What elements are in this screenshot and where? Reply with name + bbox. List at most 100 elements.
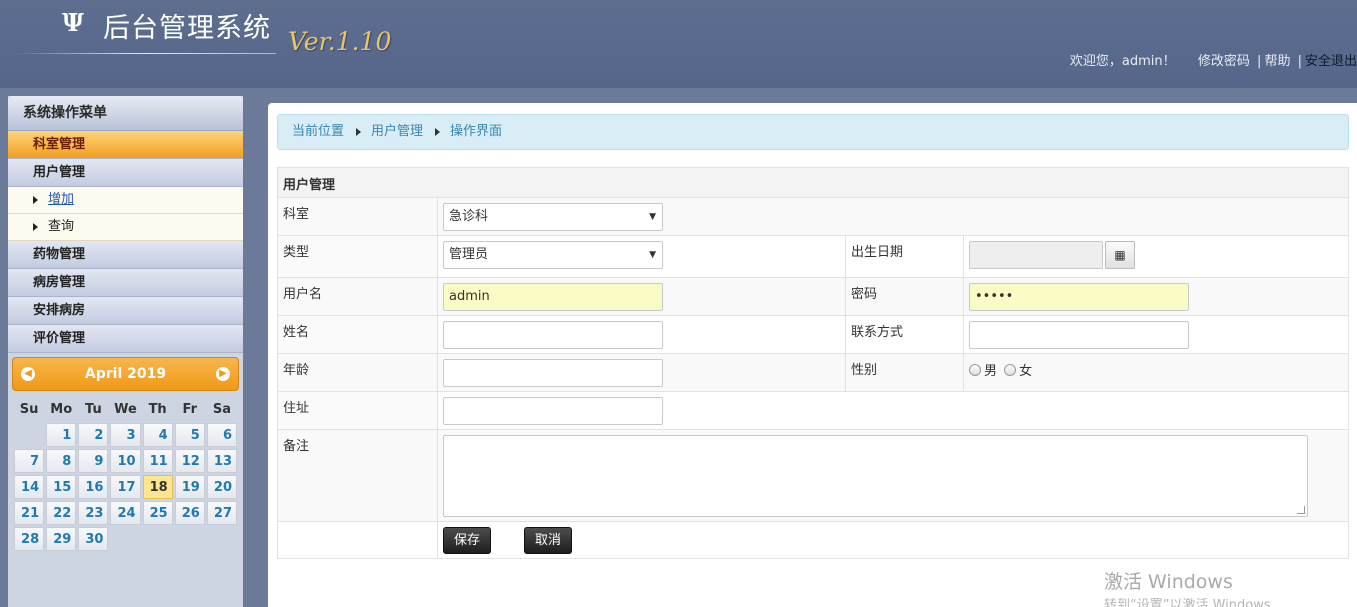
calendar-day[interactable]: 28 xyxy=(14,527,45,551)
sidebar-item-ward[interactable]: 病房管理 xyxy=(8,269,243,297)
help-link[interactable]: 帮助 xyxy=(1264,54,1290,69)
query-link[interactable]: 查询 xyxy=(48,219,74,234)
calendar-day[interactable]: 11 xyxy=(142,449,173,473)
address-input[interactable] xyxy=(443,397,663,425)
dept-select[interactable]: 急诊科 ▼ xyxy=(443,203,663,231)
sidebar-heading: 系统操作菜单 xyxy=(8,96,243,131)
password-input[interactable]: ••••• xyxy=(969,283,1189,311)
type-select[interactable]: 管理员 ▼ xyxy=(443,241,663,269)
calendar-day[interactable]: 26 xyxy=(174,501,205,525)
gender-male-radio[interactable] xyxy=(969,363,981,376)
form-caption: 用户管理 xyxy=(277,167,1349,198)
username-input[interactable]: admin xyxy=(443,283,663,311)
logo-icon: Ψ xyxy=(62,8,84,37)
username-label: 用户名 xyxy=(277,277,438,316)
age-label: 年龄 xyxy=(277,353,438,392)
calendar-day[interactable]: 14 xyxy=(14,475,45,499)
weekday-label: Sa xyxy=(212,401,231,417)
windows-activation-title: 激活 Windows xyxy=(1104,571,1233,593)
age-input[interactable] xyxy=(443,359,663,387)
sidebar-item-user[interactable]: 用户管理 xyxy=(8,159,243,187)
type-label: 类型 xyxy=(277,235,438,278)
cancel-button[interactable]: 取消 xyxy=(524,527,573,554)
sidebar-item-drug[interactable]: 药物管理 xyxy=(8,241,243,269)
sidebar-item-review[interactable]: 评价管理 xyxy=(8,325,243,353)
weekday-label: Tu xyxy=(85,401,102,417)
chevron-right-circle-icon[interactable]: ▶ xyxy=(216,367,230,381)
calendar-day[interactable]: 3 xyxy=(110,423,141,447)
caret-right-icon xyxy=(33,195,38,204)
user-links: 欢迎您，admin！ 修改密码 | 帮助 | 安全退出 xyxy=(1070,50,1357,69)
breadcrumb-current: 当前位置 xyxy=(292,124,345,139)
calendar-day[interactable]: 21 xyxy=(14,501,45,525)
calendar-day[interactable]: 12 xyxy=(174,449,205,473)
calendar-day[interactable]: 13 xyxy=(206,449,237,473)
caret-down-icon: ▼ xyxy=(649,212,656,222)
version-label: Ver.1.10 xyxy=(288,27,392,56)
calendar-day[interactable]: 10 xyxy=(110,449,141,473)
calendar-day[interactable]: 8 xyxy=(46,449,77,473)
chevron-left-circle-icon[interactable]: ◀ xyxy=(21,367,35,381)
calendar-day[interactable]: 20 xyxy=(206,475,237,499)
calendar-icon[interactable]: ▦ xyxy=(1105,241,1135,269)
caret-down-icon: ▼ xyxy=(649,250,656,260)
name-label: 姓名 xyxy=(277,315,438,354)
calendar-header: ◀ April 2019 ▶ xyxy=(12,357,239,391)
calendar-day[interactable]: 15 xyxy=(46,475,77,499)
calendar-day[interactable]: 1 xyxy=(46,423,77,447)
gender-label: 性别 xyxy=(845,353,964,392)
calendar-day[interactable]: 5 xyxy=(174,423,205,447)
calendar-day[interactable]: 19 xyxy=(174,475,205,499)
sidebar-subitem-query[interactable]: 查询 xyxy=(8,214,243,241)
gender-male-label: 男 xyxy=(984,364,998,379)
weekday-label: Su xyxy=(19,401,39,417)
calendar-day[interactable]: 18 xyxy=(142,475,173,499)
calendar-empty-cell xyxy=(14,423,44,447)
calendar-day[interactable]: 24 xyxy=(110,501,141,525)
change-password-link[interactable]: 修改密码 xyxy=(1198,54,1250,69)
dept-select-value: 急诊科 xyxy=(449,209,489,224)
sidebar-item-arrange[interactable]: 安排病房 xyxy=(8,297,243,325)
add-link[interactable]: 增加 xyxy=(48,192,74,207)
logout-link[interactable]: 安全退出 xyxy=(1305,54,1357,69)
calendar-day[interactable]: 7 xyxy=(14,449,45,473)
calendar-day[interactable]: 6 xyxy=(206,423,237,447)
separator: | xyxy=(1297,54,1302,69)
calendar-day[interactable]: 23 xyxy=(78,501,109,525)
user-form: 用户管理 科室 急诊科 ▼ 类型 管理员 ▼ 出生日期 ▦ 用户名 admin … xyxy=(277,167,1349,559)
calendar-day[interactable]: 30 xyxy=(78,527,109,551)
app-title: 后台管理系统 xyxy=(103,13,271,44)
sidebar-subitem-add[interactable]: 增加 xyxy=(8,187,243,214)
calendar-day[interactable]: 27 xyxy=(206,501,237,525)
calendar-day[interactable]: 2 xyxy=(78,423,109,447)
calendar-day[interactable]: 4 xyxy=(142,423,173,447)
top-header: Ψ 后台管理系统 Ver.1.10 欢迎您，admin！ 修改密码 | 帮助 | 安… xyxy=(0,0,1357,88)
birth-label: 出生日期 xyxy=(845,235,964,278)
birth-date-input[interactable] xyxy=(969,241,1103,269)
sidebar-item-dept[interactable]: 科室管理 xyxy=(8,131,243,159)
windows-activation-hint: 转到“设置”以激活 Windows xyxy=(1104,598,1271,607)
remark-textarea[interactable] xyxy=(443,435,1308,517)
calendar-grid: Su Mo Tu We Th Fr Sa 1 2 3 4 5 6 7 8 9 10 11 12 13 14… xyxy=(12,395,239,553)
gender-female-radio[interactable] xyxy=(1004,363,1017,376)
breadcrumb-section[interactable]: 用户管理 xyxy=(371,124,423,139)
contact-input[interactable] xyxy=(969,321,1189,349)
address-label: 住址 xyxy=(277,391,438,430)
calendar-day[interactable]: 17 xyxy=(110,475,141,499)
calendar-day[interactable]: 22 xyxy=(46,501,77,525)
breadcrumb-page: 操作界面 xyxy=(450,124,503,139)
save-button[interactable]: 保存 xyxy=(443,527,492,554)
calendar-day[interactable]: 9 xyxy=(78,449,109,473)
caret-right-icon xyxy=(356,127,362,136)
password-label: 密码 xyxy=(845,277,964,316)
weekday-label: We xyxy=(114,401,137,417)
caret-right-icon xyxy=(435,127,441,136)
title-underline xyxy=(12,53,276,54)
calendar-day[interactable]: 25 xyxy=(142,501,173,525)
dept-label: 科室 xyxy=(277,197,438,236)
calendar-day[interactable]: 16 xyxy=(78,475,109,499)
name-input[interactable] xyxy=(443,321,663,349)
calendar-title: April 2019 xyxy=(84,366,167,382)
resize-grip-icon[interactable] xyxy=(1297,506,1305,514)
calendar-day[interactable]: 29 xyxy=(46,527,77,551)
